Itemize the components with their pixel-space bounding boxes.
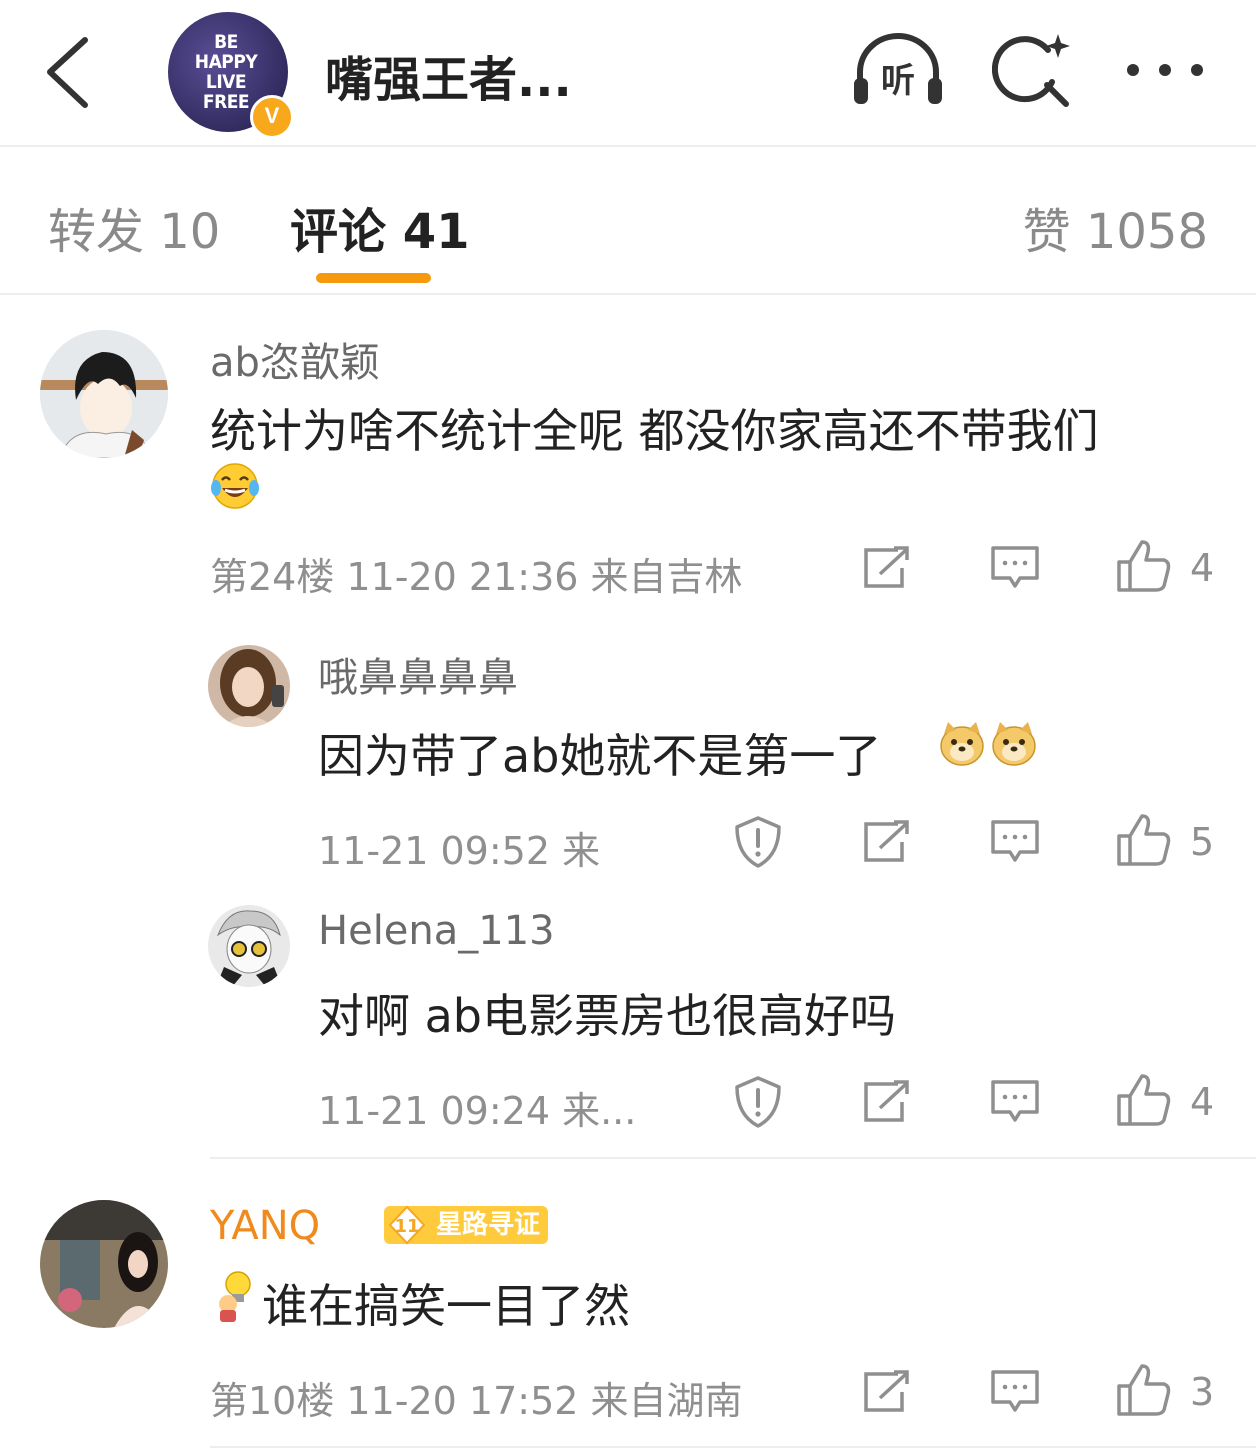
comment-text: 对啊 ab电影票房也很高好吗 <box>318 989 897 1043</box>
tab-bar: 转发 10 评论 41 赞 1058 <box>0 147 1256 295</box>
tab-reposts[interactable]: 转发 10 <box>48 192 220 262</box>
verified-badge-icon: V <box>250 95 294 139</box>
portrait-avatar-icon <box>208 645 290 727</box>
listen-headphones-icon[interactable]: 听 <box>850 30 946 110</box>
report-shield-icon[interactable] <box>733 815 783 869</box>
repost-icon[interactable] <box>862 1370 910 1414</box>
search-icon[interactable] <box>992 30 1074 110</box>
level-badge-icon: 11 <box>388 1205 426 1245</box>
top-bar: BE HAPPY LIVE FREE V 嘴强王者... 听 <box>0 0 1256 147</box>
back-arrow-icon[interactable] <box>40 35 100 110</box>
repost-icon[interactable] <box>862 820 910 864</box>
lightbulb-emoji-icon <box>219 1271 251 1322</box>
comment-text: 统计为啥不统计全呢 都没你家高还不带我们 <box>210 404 1099 458</box>
active-tab-indicator <box>316 273 431 283</box>
comment-text: 谁在搞笑一目了然 <box>262 1279 630 1333</box>
vip-level-badge[interactable]: 11 星路寻证 <box>384 1205 549 1245</box>
laughing-tears-emoji-icon <box>211 463 259 509</box>
reply-comment-icon[interactable] <box>990 544 1040 592</box>
report-shield-icon[interactable] <box>733 1075 783 1129</box>
comment-username[interactable]: ab恣歆颖 <box>210 330 380 388</box>
doge-emoji-icon <box>940 722 984 766</box>
comment-meta: 第24楼 11-20 21:36 来自吉林 <box>210 555 743 599</box>
tab-likes[interactable]: 赞 1058 <box>1023 192 1208 262</box>
user-avatar[interactable] <box>40 1200 168 1328</box>
comment-meta: 第10楼 11-20 17:52 来自湖南 <box>210 1379 743 1423</box>
repost-icon[interactable] <box>862 546 910 590</box>
like-count: 4 <box>1190 1080 1215 1124</box>
anime-boy-avatar-icon <box>40 330 168 458</box>
comment-text: 因为带了ab她就不是第一了 <box>318 729 882 783</box>
reply-comment-icon[interactable] <box>990 1368 1040 1416</box>
sketch-portrait-avatar-icon <box>208 905 290 987</box>
svg-text:听: 听 <box>881 61 915 101</box>
reply-comment-icon[interactable] <box>990 818 1040 866</box>
vip-badge-label: 星路寻证 <box>436 1210 541 1240</box>
like-thumbs-up-icon[interactable] <box>1116 812 1172 868</box>
comment-username[interactable]: YANQ <box>210 1203 320 1249</box>
svg-text:11: 11 <box>394 1216 419 1237</box>
doge-emoji-icon <box>992 722 1036 766</box>
more-options-icon[interactable] <box>1120 55 1210 85</box>
avatar-logo-text: BE HAPPY LIVE FREE <box>194 31 258 113</box>
like-count: 3 <box>1190 1370 1215 1414</box>
comment-username[interactable]: 哦鼻鼻鼻鼻 <box>318 645 518 703</box>
comment-divider <box>210 1446 1256 1448</box>
photo-avatar-icon <box>40 1200 168 1328</box>
like-thumbs-up-icon[interactable] <box>1116 538 1172 594</box>
user-avatar[interactable] <box>208 645 290 727</box>
like-count: 5 <box>1190 820 1215 864</box>
comment-meta: 11-21 09:52 来 <box>318 829 601 873</box>
comment-username[interactable]: Helena_113 <box>318 908 555 954</box>
like-thumbs-up-icon[interactable] <box>1116 1362 1172 1418</box>
reply-comment-icon[interactable] <box>990 1078 1040 1126</box>
user-avatar[interactable] <box>208 905 290 987</box>
tab-comments[interactable]: 评论 41 <box>290 192 470 262</box>
comment-meta: 11-21 09:24 来... <box>318 1089 637 1133</box>
user-avatar[interactable] <box>40 330 168 458</box>
account-name[interactable]: 嘴强王者... <box>325 40 572 110</box>
like-thumbs-up-icon[interactable] <box>1116 1072 1172 1128</box>
like-count: 4 <box>1190 546 1215 590</box>
comment-divider <box>210 1157 1256 1159</box>
repost-icon[interactable] <box>862 1080 910 1124</box>
